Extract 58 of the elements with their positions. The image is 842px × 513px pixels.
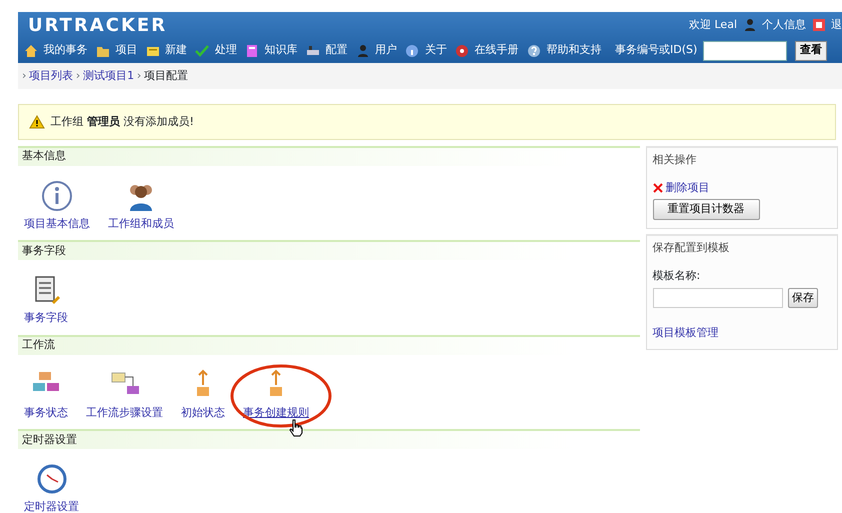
logo: URTRACKER — [28, 14, 168, 38]
question-icon — [526, 44, 541, 58]
breadcrumb-current: 项目配置 — [144, 68, 188, 84]
exit-icon — [812, 18, 826, 32]
nav-link[interactable]: 我的事务 — [44, 42, 88, 59]
section-header: 基本信息 — [18, 146, 640, 166]
nav-link[interactable]: 在线手册 — [474, 42, 518, 59]
nav-link[interactable]: 用户 — [375, 42, 397, 59]
config-link[interactable]: 项目基本信息 — [24, 180, 90, 232]
save-button[interactable]: 保存 — [788, 288, 818, 308]
nav-link[interactable]: 项目 — [115, 42, 138, 59]
search-field[interactable] — [702, 40, 787, 60]
person-icon — [742, 18, 756, 32]
info-icon — [41, 180, 73, 212]
config-link[interactable]: 定时器设置 — [24, 463, 79, 513]
breadcrumb-link[interactable]: 项目列表 — [29, 68, 74, 84]
house-icon — [24, 44, 38, 58]
nav-link[interactable]: 配置 — [325, 42, 348, 59]
hand-cursor-icon — [289, 418, 303, 436]
nav-link[interactable]: 知识库 — [264, 42, 298, 59]
breadcrumb-separator: › — [22, 68, 26, 84]
disc-icon — [455, 44, 469, 58]
template-name-field[interactable] — [652, 288, 782, 308]
desk-icon — [306, 44, 320, 58]
header-link[interactable]: 退 — [831, 16, 842, 34]
section-header: 定时器设置 — [18, 429, 640, 449]
reset-button[interactable]: 重置项目计数器 — [652, 199, 760, 220]
section-header: 事务字段 — [18, 240, 640, 260]
nav-link[interactable]: 新建 — [165, 42, 187, 59]
warning-icon — [29, 115, 45, 129]
config-link[interactable]: 初始状态 — [181, 368, 225, 421]
info-icon — [405, 44, 420, 58]
delete-link[interactable]: 删除项目 — [665, 180, 710, 196]
nav-link[interactable]: 帮助和支持 — [546, 42, 602, 59]
panel-title: 保存配置到模板 — [652, 240, 730, 256]
nav-link[interactable]: 关于 — [424, 42, 447, 59]
config-link[interactable]: 事务状态 — [24, 368, 68, 421]
header-link[interactable]: 个人信息 — [762, 16, 806, 34]
clock-icon — [36, 463, 68, 495]
field-label: 模板名称: — [652, 268, 702, 284]
check-icon — [195, 44, 210, 58]
alert-text: 工作组 管理员 没有添加成员! — [50, 114, 194, 130]
view-button[interactable]: 查看 — [795, 40, 828, 60]
book-icon — [245, 44, 259, 58]
config-link[interactable]: 工作组和成员 — [108, 180, 174, 232]
template-link[interactable]: 项目模板管理 — [652, 326, 718, 338]
welcome-text: 欢迎 Leal — [689, 16, 737, 33]
person-icon — [356, 44, 370, 58]
breadcrumb-separator: › — [136, 68, 142, 84]
config-link[interactable]: 事务字段 — [24, 274, 68, 326]
panel-title: 相关操作 — [652, 152, 698, 168]
cross-icon — [652, 183, 662, 194]
breadcrumb-link[interactable]: 测试项目1 — [83, 68, 134, 84]
section-header: 工作流 — [18, 334, 640, 354]
search-label: 事务编号或ID(S) — [615, 42, 698, 58]
config-link[interactable]: 工作流步骤设置 — [86, 368, 163, 421]
breadcrumb-separator: › — [76, 68, 80, 84]
nav-link[interactable]: 处理 — [214, 42, 237, 59]
